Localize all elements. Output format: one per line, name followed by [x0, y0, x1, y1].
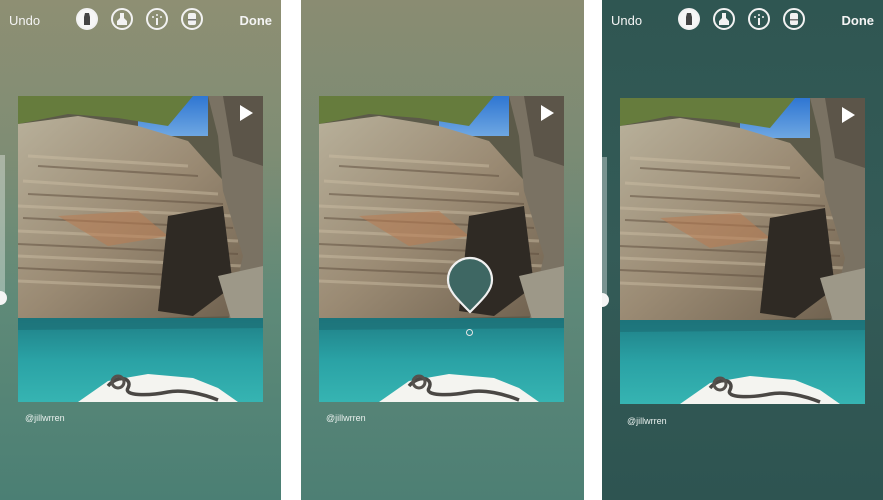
sparkle-brush-icon[interactable] [748, 8, 770, 30]
sparkle-brush-icon[interactable] [146, 8, 168, 30]
brush-size-handle[interactable] [602, 293, 609, 307]
undo-button[interactable]: Undo [611, 13, 642, 28]
username-tag: @jillwrren [25, 413, 65, 423]
username-tag: @jillwrren [326, 413, 366, 423]
brush-tools [76, 8, 206, 32]
toolbar: Undo Done [0, 6, 281, 36]
done-button[interactable]: Done [240, 13, 273, 28]
screen-2-color-picker: @jillwrren [301, 0, 584, 500]
eraser-icon[interactable] [181, 8, 203, 30]
eraser-icon[interactable] [783, 8, 805, 30]
brush-size-track[interactable] [602, 157, 607, 302]
story-photo [18, 96, 263, 402]
brush-tools [678, 8, 808, 32]
undo-button[interactable]: Undo [9, 13, 40, 28]
screen-1-draw-mode: Undo Done @jillwrren [0, 0, 281, 500]
screen-3-background-applied: Undo Done @jillwrren [602, 0, 883, 500]
story-photo [620, 98, 865, 404]
play-icon[interactable] [842, 107, 855, 123]
done-button[interactable]: Done [842, 13, 875, 28]
username-tag: @jillwrren [627, 416, 667, 426]
marker-icon[interactable] [678, 8, 700, 30]
brush-size-track[interactable] [0, 155, 5, 300]
toolbar: Undo Done [602, 6, 883, 36]
story-photo [319, 96, 564, 402]
brush-size-handle[interactable] [0, 291, 7, 305]
highlighter-icon[interactable] [713, 8, 735, 30]
highlighter-icon[interactable] [111, 8, 133, 30]
eyedropper-loupe[interactable] [446, 256, 494, 319]
marker-icon[interactable] [76, 8, 98, 30]
eyedropper-target[interactable] [466, 329, 473, 336]
play-icon[interactable] [541, 105, 554, 121]
play-icon[interactable] [240, 105, 253, 121]
